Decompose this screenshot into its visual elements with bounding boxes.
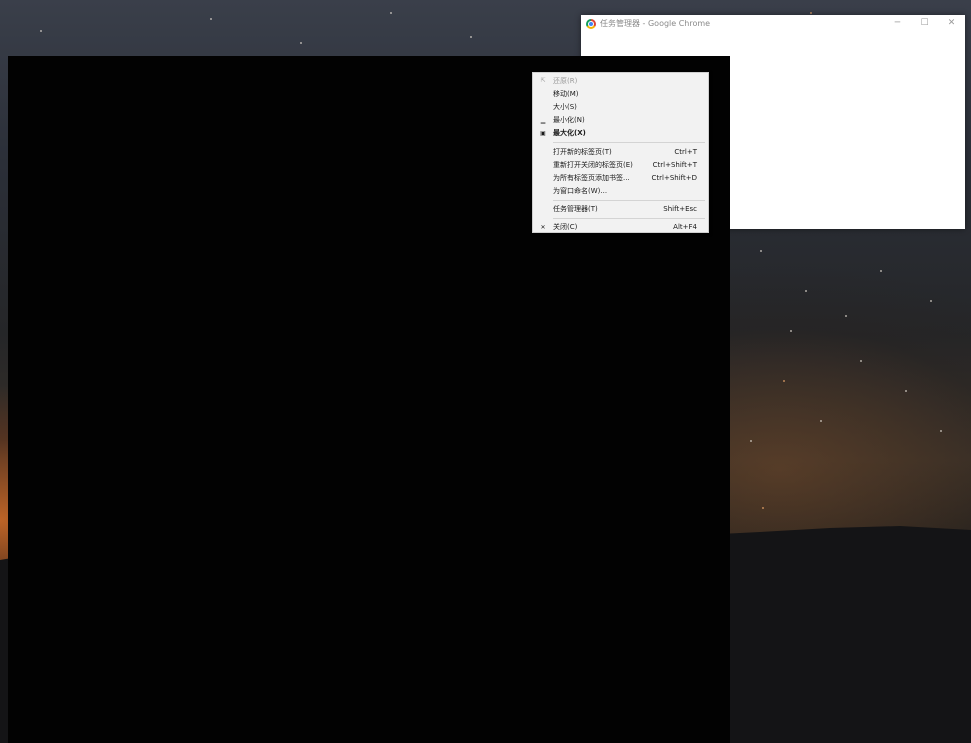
menu-item-label: 还原(R) (553, 76, 578, 85)
menu-item-shortcut: Alt+F4 (673, 223, 697, 232)
menu-item-minimize[interactable]: ▁ 最小化(N) (533, 114, 708, 127)
menu-item-maximize[interactable]: ▣ 最大化(X) (533, 127, 708, 140)
menu-item-shortcut: Shift+Esc (663, 205, 697, 214)
restore-icon: ⇱ (540, 77, 546, 85)
menu-item-close[interactable]: ✕ 关闭(C) Alt+F4 (533, 221, 708, 234)
menu-item-name-window[interactable]: 为窗口命名(W)... (533, 185, 708, 198)
close-icon: ✕ (540, 223, 546, 231)
close-icon: ✕ (947, 18, 956, 28)
maximize-icon: ▣ (540, 129, 546, 137)
close-button[interactable]: ✕ (938, 15, 965, 32)
menu-item-label: 最小化(N) (553, 116, 585, 125)
menu-item-shortcut: Ctrl+Shift+D (651, 173, 698, 182)
menu-item-move[interactable]: 移动(M) (533, 87, 708, 100)
menu-item-label: 为所有标签页添加书签... (553, 173, 630, 182)
menu-item-restore[interactable]: ⇱ 还原(R) (533, 74, 708, 87)
menu-item-bookmark-all-tabs[interactable]: 为所有标签页添加书签... Ctrl+Shift+D (533, 171, 708, 184)
window-title: 任务管理器 - Google Chrome (600, 19, 711, 28)
menu-item-label: 大小(S) (553, 102, 577, 111)
minimize-button[interactable]: ─ (884, 15, 911, 32)
window-controls: ─ ☐ ✕ (884, 15, 965, 32)
menu-item-reopen-closed-tab[interactable]: 重新打开关闭的标签页(E) Ctrl+Shift+T (533, 158, 708, 171)
menu-item-label: 重新打开关闭的标签页(E) (553, 160, 633, 169)
minimize-icon: ▁ (540, 116, 546, 124)
menu-item-new-tab[interactable]: 打开新的标签页(T) Ctrl+T (533, 145, 708, 158)
menu-item-label: 打开新的标签页(T) (553, 147, 612, 156)
minimize-icon: ─ (894, 18, 901, 28)
system-context-menu: ⇱ 还原(R) 移动(M) 大小(S) ▁ 最小化(N) ▣ 最大化(X) 打开… (532, 72, 709, 233)
maximize-button[interactable]: ☐ (911, 15, 938, 32)
menu-separator (553, 217, 705, 219)
menu-item-shortcut: Ctrl+Shift+T (652, 160, 697, 169)
menu-item-shortcut: Ctrl+T (674, 147, 697, 156)
menu-separator (553, 141, 705, 143)
maximize-icon: ☐ (920, 18, 929, 28)
chrome-titlebar[interactable]: 任务管理器 - Google Chrome ─ ☐ ✕ (581, 15, 965, 32)
menu-item-label: 任务管理器(T) (553, 205, 598, 214)
menu-item-size[interactable]: 大小(S) (533, 100, 708, 113)
menu-item-label: 移动(M) (553, 89, 579, 98)
menu-item-label: 关闭(C) (553, 223, 578, 232)
menu-item-task-manager[interactable]: 任务管理器(T) Shift+Esc (533, 203, 708, 216)
menu-item-label: 为窗口命名(W)... (553, 187, 608, 196)
menu-separator (553, 199, 705, 201)
chrome-icon (586, 18, 596, 29)
menu-item-label: 最大化(X) (553, 129, 586, 138)
